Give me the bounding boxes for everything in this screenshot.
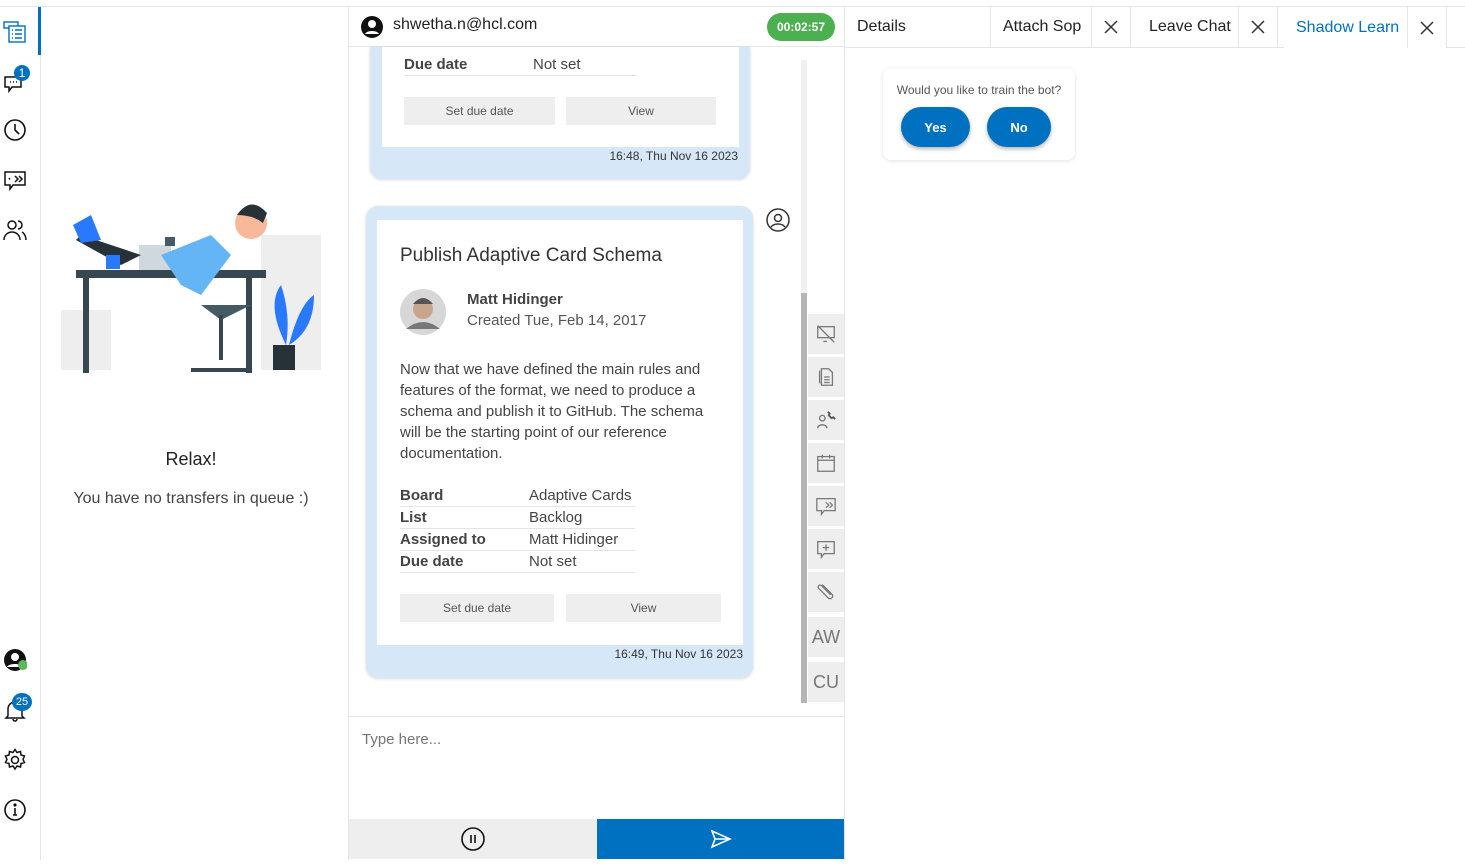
customer-email: shwetha.n@hcl.com [393,16,538,33]
fact-row: List Backlog [400,507,635,529]
card-body: Now that we have defined the main rules … [400,361,704,462]
send-icon [710,829,732,849]
info-icon[interactable] [2,797,28,823]
tab-shadow-learn[interactable]: Shadow Learn [1284,7,1407,48]
users-icon[interactable] [2,217,28,243]
train-bot-question: Would you like to train the bot? [896,83,1062,97]
close-shadow-learn-icon[interactable] [1407,7,1447,48]
details-panel: Details Attach Sop Leave Chat Shadow Lea… [845,7,1465,860]
close-attach-sop-icon[interactable] [1091,7,1131,47]
composer [349,716,844,819]
message-timestamp: 16:48, Thu Nov 16 2023 [609,149,738,163]
set-due-date-button[interactable]: Set due date [400,594,554,622]
queue-empty-title: Relax! [165,449,217,469]
tab-attach-sop[interactable]: Attach Sop [991,7,1091,47]
attachment-paperclip-icon[interactable] [808,572,844,612]
fact-row: Assigned to Matt Hidinger [400,529,635,551]
pause-icon [461,827,485,851]
fact-value: Adaptive Cards [529,487,632,504]
relaxing-person-illustration [61,204,321,373]
call-user-icon[interactable] [808,400,844,440]
fact-value: Backlog [529,509,583,526]
fact-label: Due date [400,553,464,570]
no-button[interactable]: No [987,107,1051,147]
tool-aw-button[interactable]: AW [808,617,844,657]
queue-panel: Relax! You have no transfers in queue :) [41,7,349,860]
notification-bell-icon[interactable]: 25 [2,693,32,723]
feedback-star-icon[interactable] [808,486,844,526]
fact-label: List [400,509,427,526]
fact-label: Due date [404,56,468,73]
author-avatar [400,289,446,335]
chat-header: shwetha.n@hcl.com 00:02:57 [349,7,844,47]
fact-row: Due date Not set [400,551,635,573]
close-leave-chat-icon[interactable] [1238,7,1278,47]
chat-timer: 00:02:57 [767,13,835,41]
view-button[interactable]: View [566,594,721,622]
adaptive-card: Publish Adaptive Card Schema Matt Hiding… [377,220,743,645]
chat-panel: shwetha.n@hcl.com 00:02:57 Due date Not … [349,7,845,860]
agent-status-avatar[interactable] [2,647,28,673]
scrollbar-thumb[interactable] [801,293,807,703]
top-divider [0,0,1465,7]
message-bubble: Due date Not set Set due date View 16:48… [370,47,750,179]
history-clock-icon[interactable] [2,117,28,143]
queue-empty-message: You have no transfers in queue :) [73,490,309,507]
yes-button[interactable]: Yes [901,107,970,147]
user-avatar-icon [361,16,383,38]
send-button[interactable] [597,819,844,859]
chat-count-badge: 1 [14,65,30,81]
end-screen-share-icon[interactable] [808,314,844,354]
fact-value: Not set [529,553,577,570]
chat-icon[interactable]: 1 [2,65,30,95]
add-comment-icon[interactable] [808,529,844,569]
fact-value: Matt Hidinger [529,531,619,548]
card-created: Created Tue, Feb 14, 2017 [467,312,647,329]
pause-button[interactable] [349,819,597,859]
fact-label: Board [400,487,444,504]
view-button[interactable]: View [566,97,716,125]
card-title: Publish Adaptive Card Schema [400,245,662,266]
copy-document-icon[interactable] [808,357,844,397]
settings-gear-icon[interactable] [2,747,28,773]
adaptive-card: Due date Not set Set due date View [382,47,739,147]
nav-rail: 1 25 [0,7,41,860]
tab-details[interactable]: Details [845,7,991,47]
fact-row: Board Adaptive Cards [400,485,635,507]
message-input[interactable] [362,731,832,748]
fact-label: Assigned to [400,531,486,548]
feedback-star-icon[interactable] [2,167,28,193]
fact-value: Not set [533,56,581,73]
queue-list-icon[interactable] [2,19,28,45]
card-author: Matt Hidinger [467,291,563,308]
fact-row: Due date Not set [404,54,637,76]
train-bot-card: Would you like to train the bot? Yes No [883,68,1075,160]
tab-leave-chat[interactable]: Leave Chat [1137,7,1237,47]
set-due-date-button[interactable]: Set due date [404,97,555,125]
notification-count-badge: 25 [12,693,32,711]
tool-cu-button[interactable]: CU [808,662,844,702]
message-bubble: Publish Adaptive Card Schema Matt Hiding… [366,206,753,678]
message-timestamp: 16:49, Thu Nov 16 2023 [614,647,743,661]
sender-avatar-icon [766,208,790,232]
calendar-icon[interactable] [808,443,844,483]
